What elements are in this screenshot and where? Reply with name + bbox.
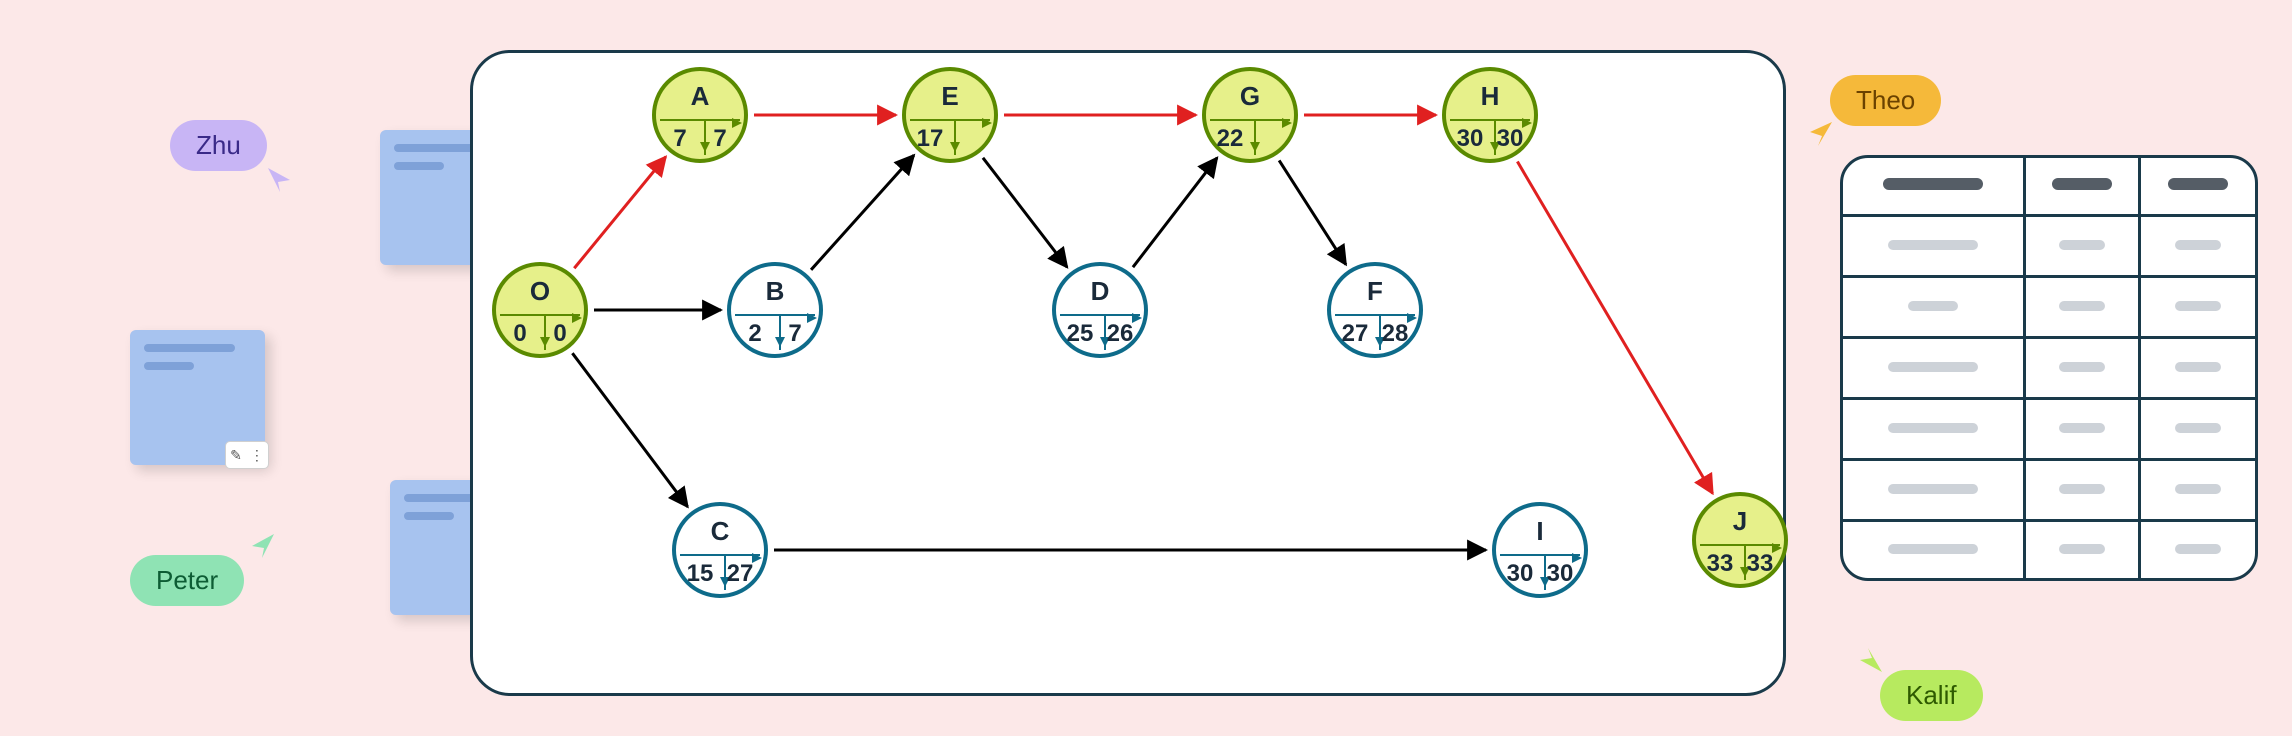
cursor-peter (250, 534, 276, 560)
node-O[interactable]: O00 (492, 262, 588, 358)
node-label: E (906, 81, 994, 112)
node-lf: 30 (1486, 125, 1534, 153)
table-row (1843, 215, 2255, 276)
node-label: F (1331, 276, 1419, 307)
table-row (1843, 399, 2255, 460)
user-name: Theo (1856, 85, 1915, 115)
edit-icon[interactable]: ✎ (230, 447, 242, 464)
node-lf: 27 (716, 560, 764, 588)
cursor-zhu (268, 168, 294, 194)
user-tag-kalif: Kalif (1880, 670, 1983, 721)
node-label: B (731, 276, 819, 307)
user-name: Zhu (196, 130, 241, 160)
node-lf: 30 (1536, 560, 1584, 588)
node-label: I (1496, 516, 1584, 547)
table-row (1843, 521, 2255, 578)
user-tag-theo: Theo (1830, 75, 1941, 126)
more-icon[interactable]: ⋮ (250, 447, 264, 464)
node-es: 17 (906, 125, 954, 153)
node-label: G (1206, 81, 1294, 112)
node-G[interactable]: G 22 (1202, 67, 1298, 163)
node-label: J (1696, 506, 1784, 537)
user-name: Kalif (1906, 680, 1957, 710)
table-row (1843, 276, 2255, 337)
node-es: 22 (1206, 125, 1254, 153)
node-lf: 0 (536, 320, 584, 348)
user-tag-zhu: Zhu (170, 120, 267, 171)
sticky-controls[interactable]: ✎ ⋮ (225, 441, 269, 469)
node-B[interactable]: B27 (727, 262, 823, 358)
node-F[interactable]: F2728 (1327, 262, 1423, 358)
node-H[interactable]: H3030 (1442, 67, 1538, 163)
cursor-theo (1808, 122, 1834, 148)
node-label: A (656, 81, 744, 112)
node-C[interactable]: C1527 (672, 502, 768, 598)
node-D[interactable]: D2526 (1052, 262, 1148, 358)
node-I[interactable]: I3030 (1492, 502, 1588, 598)
node-lf: 7 (696, 125, 744, 153)
sticky-note[interactable]: ✎ ⋮ (130, 330, 265, 465)
node-A[interactable]: A77 (652, 67, 748, 163)
node-label: D (1056, 276, 1144, 307)
node-lf: 26 (1096, 320, 1144, 348)
node-lf: 7 (771, 320, 819, 348)
node-lf: 33 (1736, 550, 1784, 578)
table (1843, 158, 2255, 578)
user-name: Peter (156, 565, 218, 595)
node-E[interactable]: E 17 (902, 67, 998, 163)
table-row (1843, 460, 2255, 521)
node-label: C (676, 516, 764, 547)
node-lf: 28 (1371, 320, 1419, 348)
table-header-row (1843, 158, 2255, 215)
node-J[interactable]: J3333 (1692, 492, 1788, 588)
user-tag-peter: Peter (130, 555, 244, 606)
node-label: O (496, 276, 584, 307)
data-table (1840, 155, 2258, 581)
cursor-kalif (1858, 648, 1884, 674)
table-row (1843, 337, 2255, 398)
node-label: H (1446, 81, 1534, 112)
